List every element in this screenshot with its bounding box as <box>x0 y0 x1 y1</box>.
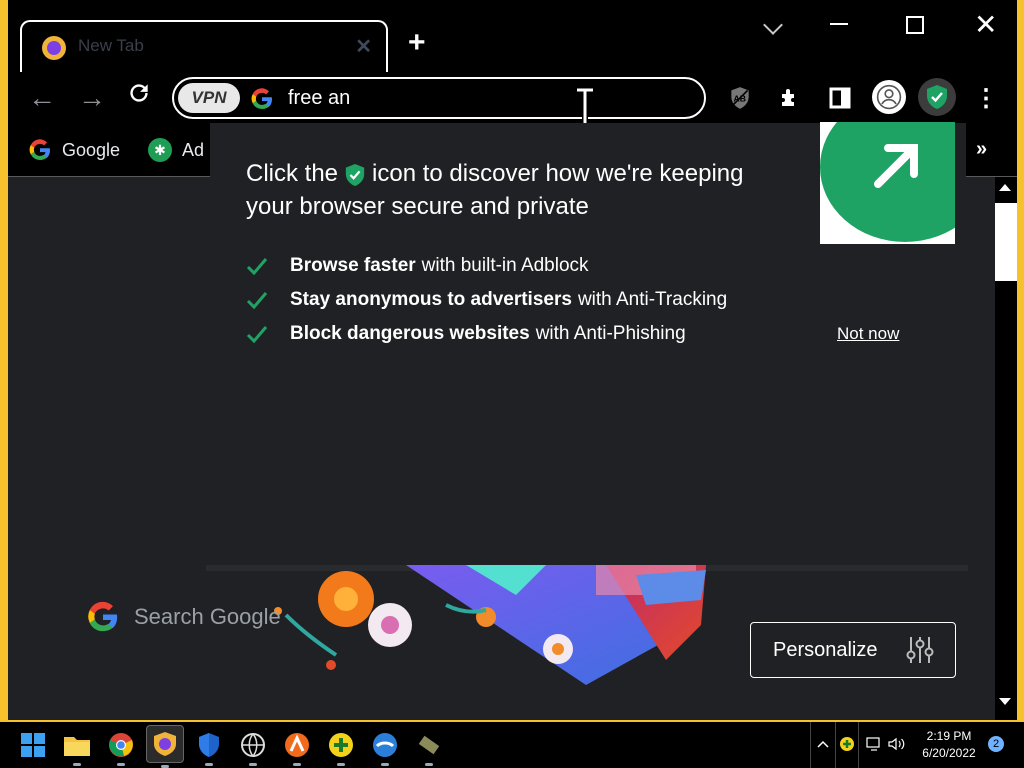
maximize-button[interactable] <box>906 16 924 34</box>
feature-item: Stay anonymous to advertisers with Anti-T… <box>246 289 727 311</box>
security-shield-extension-button[interactable] <box>918 78 956 116</box>
volume-icon[interactable] <box>888 722 908 768</box>
tool-app-icon[interactable] <box>414 730 444 766</box>
new-tab-button[interactable]: + <box>408 28 426 58</box>
check-icon <box>246 326 268 344</box>
personalize-button[interactable]: Personalize <box>750 622 956 678</box>
shield-check-icon <box>345 163 365 186</box>
extensions-puzzle-icon[interactable] <box>776 84 804 112</box>
tab-new-tab[interactable]: New Tab ✕ <box>20 20 388 72</box>
tab-strip: New Tab ✕ + ✕ <box>8 0 1017 72</box>
taskbar: 2:19 PM 6/20/2022 2 <box>0 722 1024 768</box>
yellow-plus-app-icon[interactable] <box>326 730 356 766</box>
reload-icon <box>130 84 148 102</box>
not-now-link[interactable]: Not now <box>837 324 899 344</box>
browser-app-icon[interactable] <box>146 725 184 768</box>
show-hidden-icons-button[interactable] <box>810 722 835 768</box>
clock-date: 6/20/2022 <box>922 746 976 760</box>
clock-time: 2:19 PM <box>926 729 972 743</box>
google-g-icon <box>29 139 50 161</box>
arrow-callout <box>820 122 955 244</box>
network-icon[interactable] <box>866 722 884 768</box>
forward-button[interactable]: → <box>78 82 106 114</box>
back-button[interactable]: ← <box>28 82 56 114</box>
notification-badge[interactable]: 2 <box>988 736 1004 752</box>
file-explorer-icon[interactable] <box>62 730 92 766</box>
vpn-button[interactable]: VPN <box>178 83 240 113</box>
browser-favicon-icon <box>42 36 66 60</box>
adblock-icon[interactable]: AB <box>726 84 754 112</box>
taskbar-clock[interactable]: 2:19 PM 6/20/2022 <box>916 728 982 762</box>
orange-flower-icon <box>318 571 374 627</box>
close-tab-icon[interactable]: ✕ <box>355 34 372 59</box>
profile-avatar-icon[interactable] <box>872 80 906 114</box>
tray-app-icon[interactable] <box>835 722 859 768</box>
adblock-bookmark-icon: ✱ <box>148 138 172 162</box>
google-g-icon <box>251 88 272 110</box>
feature-item: Block dangerous websites with Anti-Phishi… <box>246 323 686 345</box>
search-placeholder: Search Google <box>134 604 281 629</box>
vpn-label: VPN <box>191 88 227 107</box>
chrome-icon[interactable] <box>106 730 136 766</box>
address-bar[interactable]: VPN <box>172 77 706 137</box>
google-g-icon <box>88 601 118 632</box>
bookmark-google[interactable]: Google <box>28 138 120 162</box>
toolbar: ← → VPN AB <box>8 72 1017 137</box>
side-panel-icon[interactable] <box>826 84 854 112</box>
bookmark-ad[interactable]: ✱ Ad <box>148 138 204 162</box>
security-shield-app-icon[interactable] <box>194 730 224 766</box>
check-icon <box>246 292 268 310</box>
menu-kebab-icon[interactable]: ⋮ <box>972 84 1000 112</box>
white-flower-icon <box>368 603 412 647</box>
arrow-up-right-icon <box>874 144 918 188</box>
more-bookmarks-icon[interactable]: » <box>976 138 987 161</box>
popup-title: Click the icon to discover how we're keep… <box>246 160 744 220</box>
minimize-button[interactable] <box>830 23 848 25</box>
shield-check-icon <box>927 85 947 109</box>
tab-title: New Tab <box>78 36 144 55</box>
start-windows-icon[interactable] <box>18 730 48 760</box>
reload-button[interactable] <box>126 80 152 113</box>
close-window-button[interactable]: ✕ <box>974 8 997 41</box>
vpn-globe-app-icon[interactable] <box>238 730 268 766</box>
browser-window: New Tab ✕ + ✕ ← → VPN free an ⋮ Google ✱… <box>8 0 1017 720</box>
feature-item: Browse faster with built-in Adblock <box>246 255 589 277</box>
bookmark-label: Ad <box>182 139 205 160</box>
bookmark-label: Google <box>62 139 121 160</box>
scroll-thumb[interactable] <box>995 203 1017 281</box>
personalize-label: Personalize <box>773 638 878 661</box>
address-input[interactable] <box>288 85 588 111</box>
avast-app-icon[interactable] <box>282 730 312 766</box>
scroll-up-arrow-icon[interactable] <box>999 184 1011 191</box>
blue-app-icon[interactable] <box>370 730 400 766</box>
tab-search-chevron-icon[interactable] <box>763 15 783 35</box>
scroll-down-arrow-icon[interactable] <box>999 698 1011 705</box>
search-google-box[interactable]: Search Google <box>86 600 281 634</box>
check-icon <box>246 258 268 276</box>
sliders-icon <box>906 637 934 663</box>
